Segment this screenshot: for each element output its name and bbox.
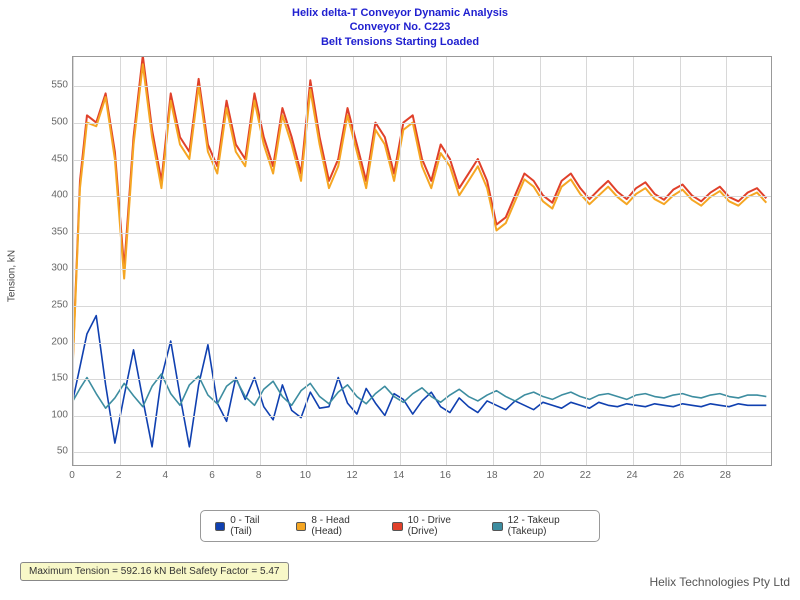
- y-tick-label: 450: [38, 153, 68, 164]
- grid-line: [446, 57, 447, 465]
- series-line: [73, 57, 766, 356]
- title-line-1: Helix delta-T Conveyor Dynamic Analysis: [0, 6, 800, 20]
- y-tick-label: 300: [38, 263, 68, 274]
- grid-line: [73, 379, 771, 380]
- y-tick-label: 350: [38, 226, 68, 237]
- x-tick-label: 16: [430, 470, 460, 481]
- grid-line: [73, 269, 771, 270]
- legend: 0 - Tail (Tail) 8 - Head (Head) 10 - Drive…: [200, 510, 600, 542]
- legend-label: 0 - Tail (Tail): [230, 515, 274, 537]
- status-readout: Maximum Tension = 592.16 kN Belt Safety …: [20, 562, 289, 581]
- x-tick-label: 8: [244, 470, 274, 481]
- grid-line: [493, 57, 494, 465]
- x-tick-label: 24: [617, 470, 647, 481]
- grid-line: [73, 452, 771, 453]
- series-line: [73, 316, 766, 447]
- grid-line: [73, 416, 771, 417]
- grid-line: [586, 57, 587, 465]
- grid-line: [73, 57, 74, 465]
- grid-line: [73, 123, 771, 124]
- grid-line: [306, 57, 307, 465]
- grid-line: [260, 57, 261, 465]
- x-tick-label: 22: [570, 470, 600, 481]
- grid-line: [400, 57, 401, 465]
- legend-item: 0 - Tail (Tail): [215, 515, 274, 537]
- legend-swatch: [392, 522, 402, 531]
- x-tick-label: 14: [384, 470, 414, 481]
- chart-area: Tension, kN Time, seconds 50100150200250…: [30, 56, 780, 496]
- y-tick-label: 400: [38, 190, 68, 201]
- x-tick-label: 6: [197, 470, 227, 481]
- legend-item: 12 - Takeup (Takeup): [492, 515, 585, 537]
- grid-line: [166, 57, 167, 465]
- y-tick-label: 150: [38, 373, 68, 384]
- title-line-2: Conveyor No. C223: [0, 20, 800, 34]
- chart-title-block: Helix delta-T Conveyor Dynamic Analysis …: [0, 0, 800, 49]
- x-tick-label: 26: [664, 470, 694, 481]
- x-tick-label: 28: [710, 470, 740, 481]
- grid-line: [73, 86, 771, 87]
- y-tick-label: 100: [38, 409, 68, 420]
- y-tick-label: 500: [38, 116, 68, 127]
- grid-line: [213, 57, 214, 465]
- grid-line: [353, 57, 354, 465]
- grid-line: [73, 343, 771, 344]
- x-tick-label: 18: [477, 470, 507, 481]
- grid-line: [726, 57, 727, 465]
- y-tick-label: 250: [38, 299, 68, 310]
- y-tick-label: 50: [38, 446, 68, 457]
- legend-item: 8 - Head (Head): [296, 515, 370, 537]
- y-tick-label: 550: [38, 80, 68, 91]
- x-tick-label: 12: [337, 470, 367, 481]
- legend-label: 10 - Drive (Drive): [408, 515, 471, 537]
- grid-line: [73, 160, 771, 161]
- grid-line: [73, 233, 771, 234]
- x-tick-label: 0: [57, 470, 87, 481]
- grid-line: [73, 306, 771, 307]
- x-tick-label: 10: [290, 470, 320, 481]
- plot-area: [72, 56, 772, 466]
- grid-line: [680, 57, 681, 465]
- legend-swatch: [215, 522, 225, 531]
- legend-swatch: [492, 522, 502, 531]
- series-svg: [73, 57, 771, 465]
- x-tick-label: 2: [104, 470, 134, 481]
- title-line-3: Belt Tensions Starting Loaded: [0, 35, 800, 49]
- legend-label: 8 - Head (Head): [311, 515, 370, 537]
- grid-line: [120, 57, 121, 465]
- grid-line: [73, 196, 771, 197]
- x-tick-label: 20: [524, 470, 554, 481]
- legend-swatch: [296, 522, 306, 531]
- x-tick-label: 4: [150, 470, 180, 481]
- brand-footer: Helix Technologies Pty Ltd: [649, 575, 790, 589]
- legend-item: 10 - Drive (Drive): [392, 515, 470, 537]
- series-line: [73, 64, 766, 359]
- legend-label: 12 - Takeup (Takeup): [508, 515, 585, 537]
- grid-line: [633, 57, 634, 465]
- grid-line: [540, 57, 541, 465]
- y-tick-label: 200: [38, 336, 68, 347]
- y-axis-label: Tension, kN: [7, 250, 18, 302]
